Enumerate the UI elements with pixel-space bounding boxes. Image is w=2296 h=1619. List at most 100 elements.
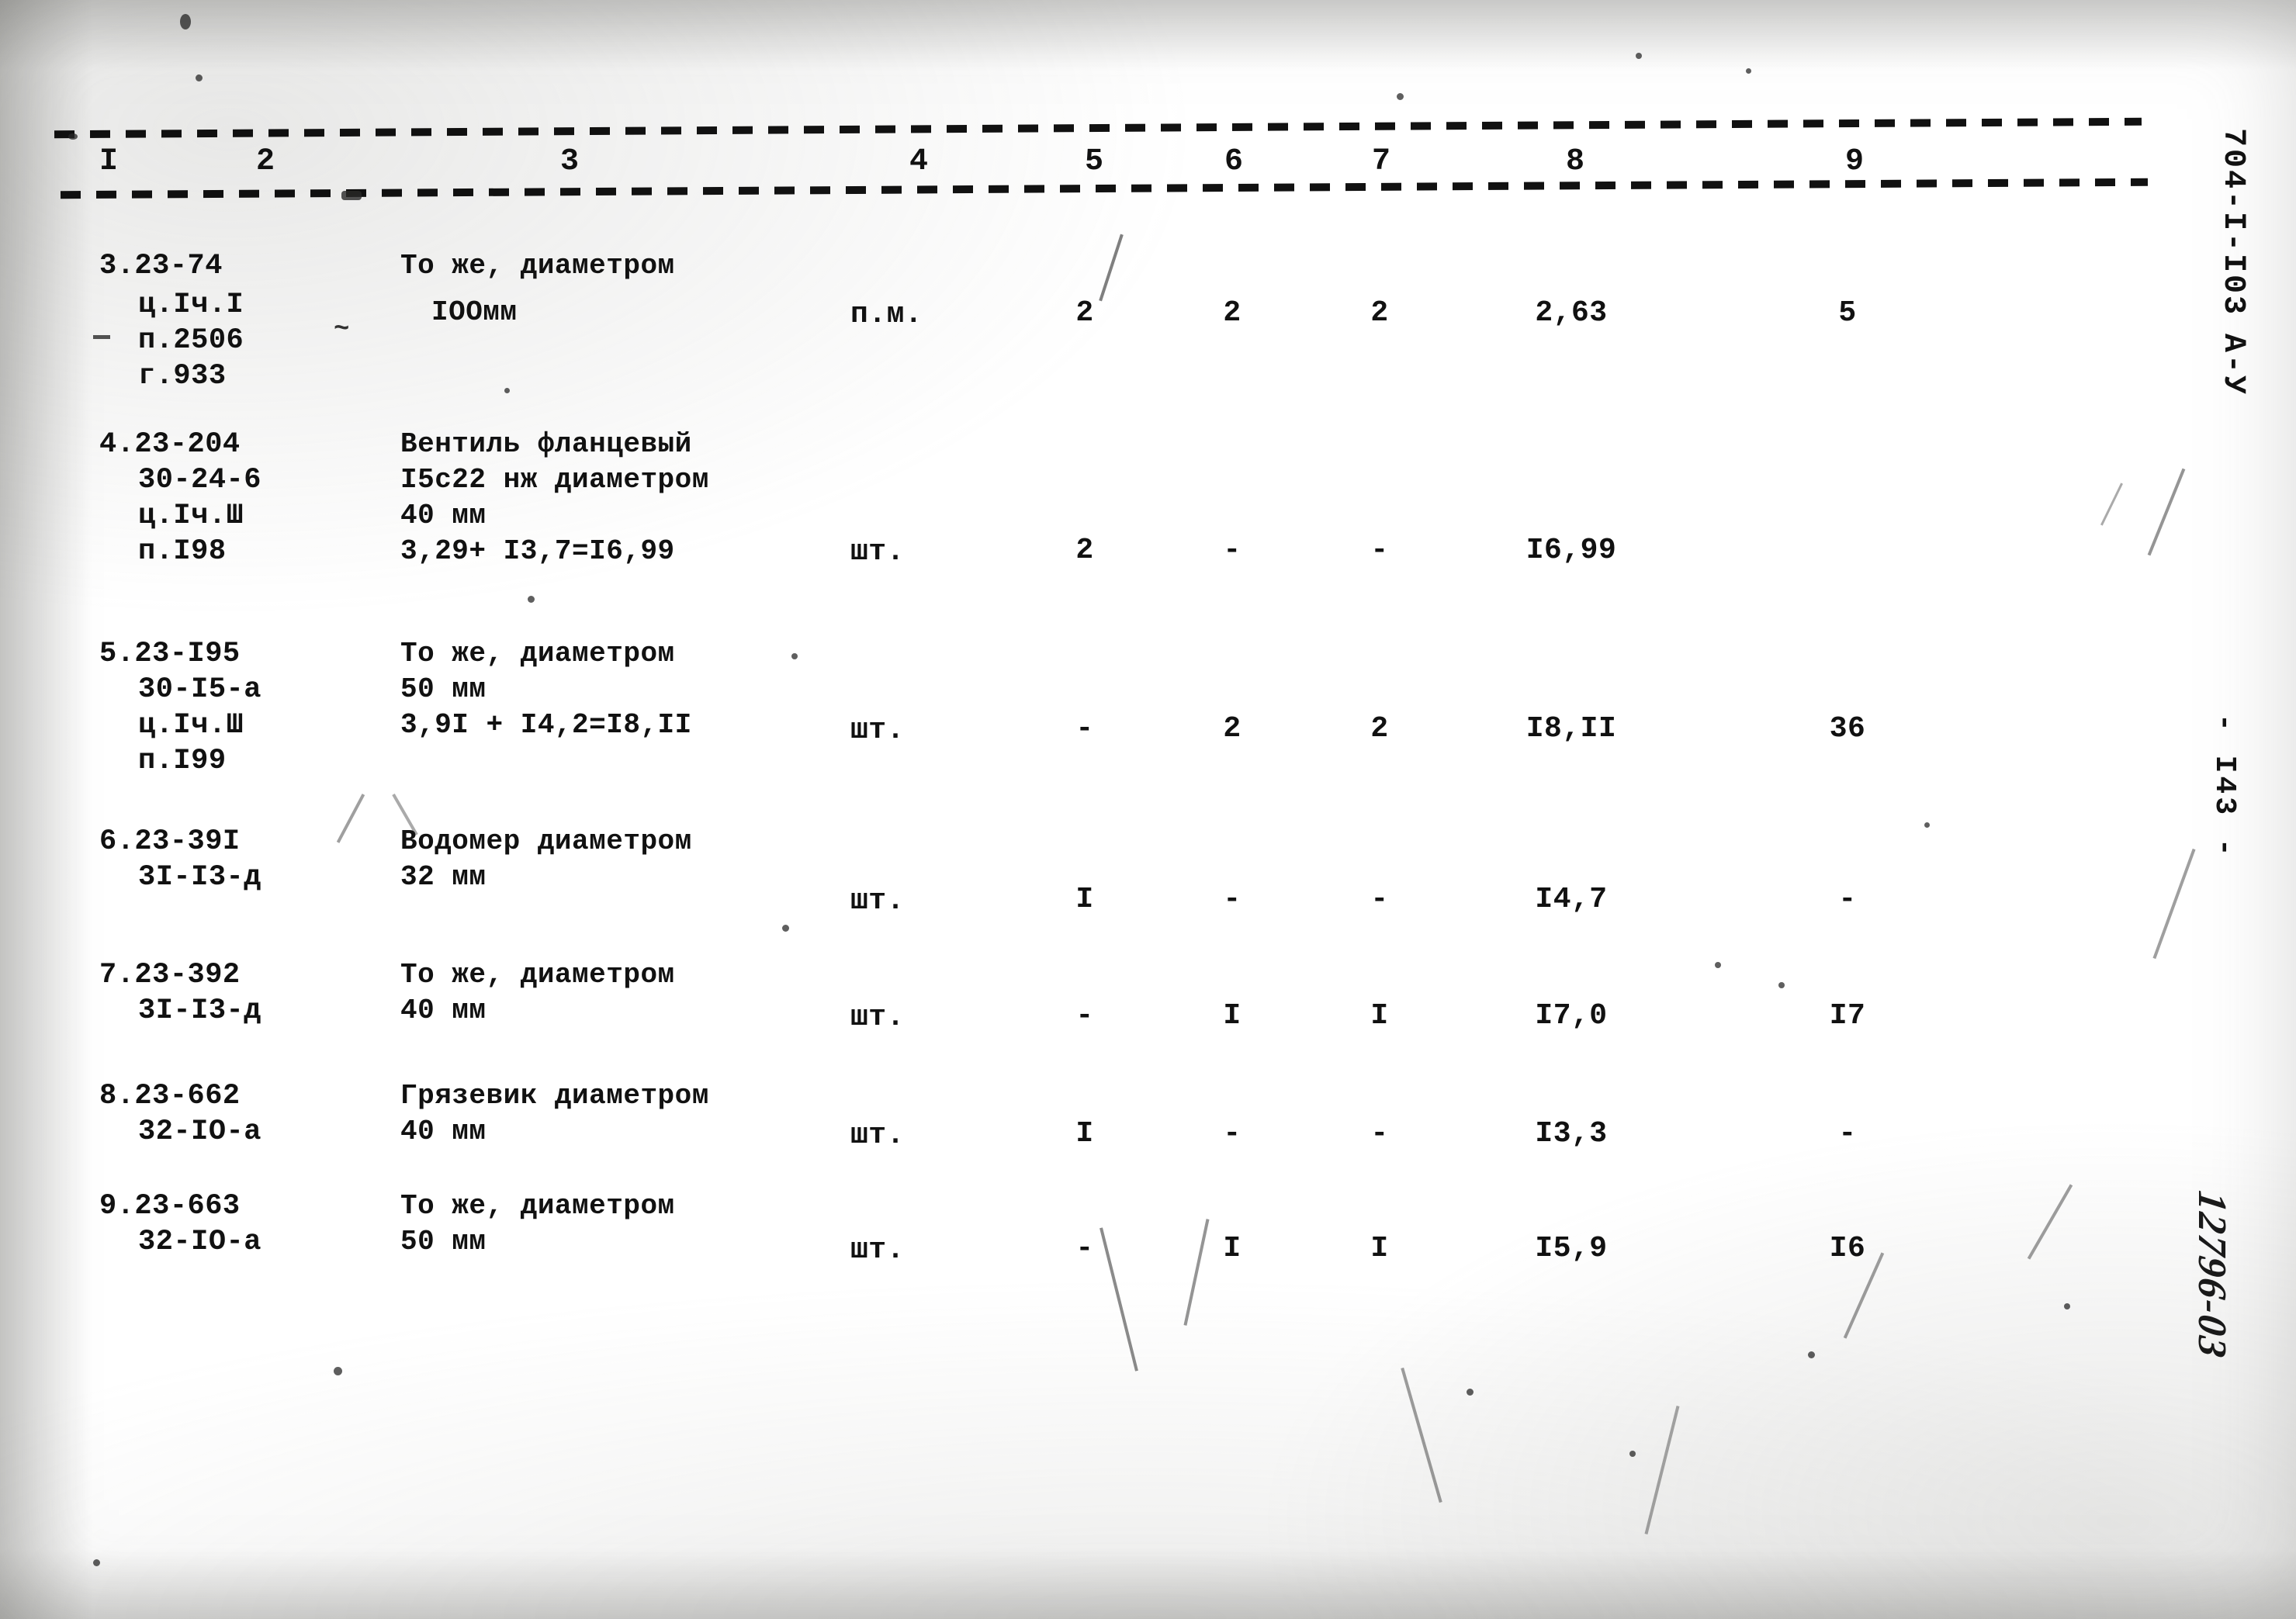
- row-unit: п.м.: [850, 298, 923, 331]
- row-description-line: 40 мм: [400, 995, 487, 1026]
- row-col7-value: I: [1370, 999, 1389, 1033]
- row-unit: шт.: [850, 1233, 905, 1267]
- row-col6-value: -: [1223, 883, 1242, 916]
- row-col7-value: -: [1370, 534, 1389, 567]
- row-code-line: 3.23-74: [99, 250, 223, 282]
- row-code-line: 4.23-204: [99, 428, 241, 461]
- row-code-line: 5.23-I95: [99, 638, 241, 670]
- row-unit: шт.: [850, 884, 905, 918]
- row-col8-value: I6,99: [1525, 534, 1617, 567]
- row-col6-value: 2: [1223, 296, 1242, 330]
- row-col5-value: -: [1075, 999, 1094, 1033]
- scan-crease-stroke: [1644, 1406, 1680, 1534]
- scan-speck: [334, 1367, 342, 1375]
- scan-pen-squiggle: ~: [334, 315, 351, 344]
- row-col9-value: I6: [1829, 1232, 1866, 1265]
- row-description-line: Грязевик диаметром: [400, 1080, 709, 1112]
- row-code-line: 9.23-663: [99, 1190, 241, 1223]
- scan-illumination-overlay: [0, 0, 2296, 1619]
- scan-speck: [1778, 982, 1785, 988]
- row-description-line: То же, диаметром: [400, 250, 675, 282]
- row-description-line: 3,29+ I3,7=I6,99: [400, 535, 675, 567]
- margin-document-code: 704-I-I03: [2215, 128, 2250, 317]
- scan-crease-stroke: [336, 794, 365, 843]
- row-col6-value: -: [1223, 1117, 1242, 1150]
- row-code-line: 8.23-662: [99, 1080, 241, 1112]
- row-col7-value: -: [1370, 883, 1389, 916]
- row-col9-value: I7: [1829, 999, 1866, 1033]
- row-code-line: 3I-I3-д: [138, 861, 261, 894]
- scan-speck: [791, 653, 798, 659]
- scan-crease-stroke: [1099, 234, 1124, 302]
- row-unit: шт.: [850, 1001, 905, 1034]
- row-code-line: п.I98: [138, 535, 227, 568]
- scan-speck: [528, 596, 535, 603]
- scan-speck: [180, 14, 191, 29]
- row-code-line: 30-24-6: [138, 464, 261, 496]
- row-code-line: п.2506: [138, 324, 244, 357]
- row-description-line: 40 мм: [400, 1116, 487, 1147]
- row-description-line: То же, диаметром: [400, 1190, 675, 1222]
- scan-speck: [1808, 1351, 1815, 1358]
- scan-speck: [782, 925, 789, 932]
- column-number-2: 2: [256, 144, 275, 179]
- table-top-dashed-rule: [54, 117, 2142, 139]
- column-number-7: 7: [1372, 144, 1391, 179]
- scan-speck: [196, 74, 203, 81]
- row-description-line: IOOмм: [431, 296, 518, 328]
- scan-speck: [1924, 822, 1930, 828]
- scan-speck: [1746, 68, 1751, 74]
- row-code-line: 30-I5-а: [138, 673, 261, 706]
- row-col8-value: I7,0: [1535, 999, 1608, 1033]
- row-description-line: Водомер диаметром: [400, 825, 692, 857]
- scan-speck: [1629, 1451, 1636, 1457]
- column-number-6: 6: [1224, 144, 1244, 179]
- column-number-8: 8: [1566, 144, 1585, 179]
- column-number-9: 9: [1845, 144, 1865, 179]
- row-col5-value: I: [1075, 1117, 1094, 1150]
- row-description-line: I5с22 нж диаметром: [400, 464, 709, 496]
- row-col6-value: I: [1223, 999, 1242, 1033]
- scan-speck: [68, 133, 78, 140]
- row-description-line: Вентиль фланцевый: [400, 428, 692, 460]
- column-number-3: 3: [560, 144, 580, 179]
- row-description-line: 50 мм: [400, 673, 487, 705]
- row-col7-value: I: [1370, 1232, 1389, 1265]
- row-code-line: г.933: [138, 360, 227, 393]
- row-col8-value: 2,63: [1535, 296, 1608, 330]
- column-number-4: 4: [909, 144, 929, 179]
- row-code-line: 7.23-392: [99, 959, 241, 991]
- scan-crease-stroke: [2147, 468, 2186, 556]
- row-col7-value: 2: [1370, 296, 1389, 330]
- row-description-line: То же, диаметром: [400, 959, 675, 991]
- row-code-line: ц.Iч.I: [138, 289, 244, 321]
- row-col9-value: -: [1838, 883, 1857, 916]
- row-description-line: 50 мм: [400, 1226, 487, 1257]
- scan-edge-shadow-overlay: [0, 0, 2296, 1619]
- scan-speck: [93, 1559, 100, 1566]
- row-description-line: 32 мм: [400, 861, 487, 893]
- row-col7-value: -: [1370, 1117, 1389, 1150]
- row-code-line: 32-IO-а: [138, 1116, 261, 1148]
- row-col9-value: -: [1838, 1117, 1857, 1150]
- row-col6-value: 2: [1223, 712, 1242, 746]
- row-col8-value: I8,II: [1525, 712, 1617, 746]
- row-description-line: 3,9I + I4,2=I8,II: [400, 709, 692, 741]
- row-unit: шт.: [850, 1119, 905, 1152]
- table-header-bottom-dashed-rule: [60, 178, 2149, 199]
- margin-series-label: А-У: [2215, 334, 2250, 397]
- scanned-document-page: I 2 3 4 5 6 7 8 9 3.23-74 ц.Iч.I п.2506 …: [0, 0, 2296, 1619]
- scan-crease-stroke: [1843, 1252, 1885, 1339]
- row-col9-value: 36: [1829, 712, 1866, 746]
- row-description-line: 40 мм: [400, 500, 487, 531]
- column-number-5: 5: [1085, 144, 1104, 179]
- scan-pen-mark: [93, 335, 110, 339]
- row-col7-value: 2: [1370, 712, 1389, 746]
- row-col5-value: -: [1075, 1232, 1094, 1265]
- scan-speck: [341, 191, 362, 200]
- row-code-line: ц.Iч.Ш: [138, 500, 244, 532]
- scan-crease-stroke: [2152, 848, 2196, 960]
- scan-speck: [1636, 53, 1642, 59]
- scan-crease-stroke: [1401, 1367, 1442, 1503]
- row-col8-value: I3,3: [1535, 1117, 1608, 1150]
